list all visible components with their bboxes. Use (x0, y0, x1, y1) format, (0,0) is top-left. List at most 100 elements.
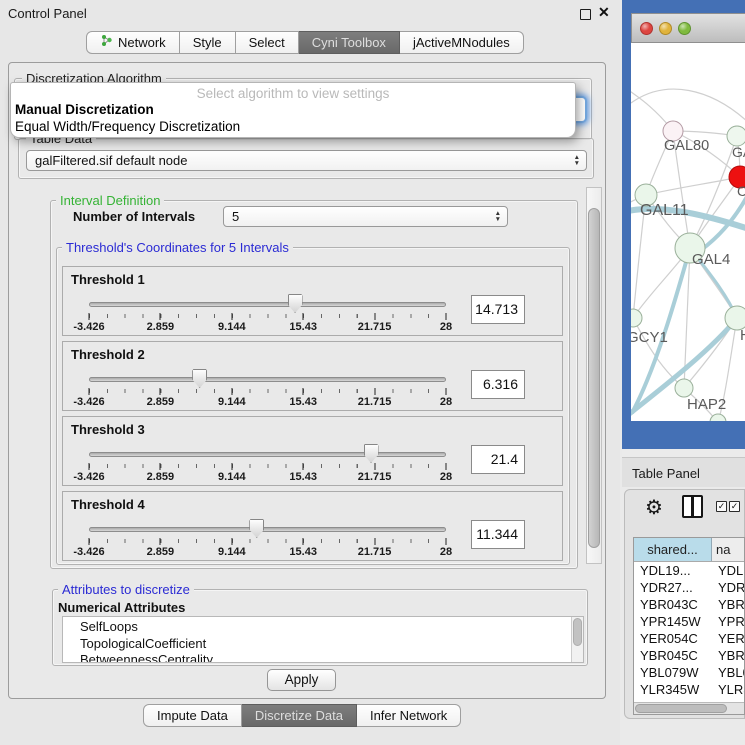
attributes-list-scrollbar[interactable] (571, 617, 583, 662)
close-light[interactable] (640, 22, 653, 35)
threshold-panel: Threshold 1 -3.4262.8599.14415.4321.7152… (62, 266, 563, 336)
tab-label: Infer Network (370, 705, 447, 726)
minimize-light[interactable] (659, 22, 672, 35)
table-row[interactable]: YBR045CYBR0 (634, 647, 744, 664)
cell-name[interactable]: YLR3 (712, 681, 744, 698)
tick-label: -3.426 (73, 396, 104, 408)
cell-shared-name[interactable]: YBR043C (634, 596, 712, 613)
cell-shared-name[interactable]: YPR145W (634, 613, 712, 630)
number-of-intervals-combobox[interactable]: 5 ▲▼ (223, 206, 508, 227)
algorithm-option-manual[interactable]: Manual Discretization (11, 101, 575, 118)
cell-name[interactable]: YDL1 (712, 562, 744, 579)
slider-track[interactable] (89, 302, 446, 307)
horizontal-scrollbar[interactable] (634, 702, 744, 714)
apply-button[interactable]: Apply (267, 669, 336, 691)
slider-thumb[interactable] (192, 369, 207, 388)
slider-thumb[interactable] (364, 444, 379, 463)
tab-impute-data[interactable]: Impute Data (143, 704, 242, 727)
network-node[interactable] (675, 379, 693, 397)
cell-shared-name[interactable]: YDR27... (634, 579, 712, 596)
slider-track[interactable] (89, 527, 446, 532)
network-edge[interactable] (631, 89, 745, 123)
threshold-slider[interactable]: -3.4262.8599.14415.4321.71528 (89, 518, 446, 558)
tab-discretize-data[interactable]: Discretize Data (242, 704, 357, 727)
split-table-icon[interactable] (682, 495, 703, 518)
network-node-label: H (740, 327, 745, 344)
tab-style[interactable]: Style (180, 31, 236, 54)
tick-label: -3.426 (73, 471, 104, 483)
network-node-label: HAP2 (687, 396, 726, 413)
attribute-list-item[interactable]: BetweennessCentrality (80, 652, 583, 663)
cell-name[interactable]: YDR2 (712, 579, 744, 596)
cell-name[interactable]: YER0 (712, 630, 744, 647)
threshold-value-box[interactable]: 14.713 (471, 295, 525, 324)
threshold-label: Threshold 4 (71, 497, 145, 512)
threshold-slider[interactable]: -3.4262.8599.14415.4321.71528 (89, 368, 446, 408)
slider-thumb[interactable] (288, 294, 303, 313)
tick-label: 9.144 (218, 471, 246, 483)
vertical-scrollbar[interactable] (586, 187, 602, 564)
slider-track[interactable] (89, 452, 446, 457)
cell-name[interactable]: YBR0 (712, 596, 744, 613)
slider-track[interactable] (89, 377, 446, 382)
slider-minor-ticks (89, 314, 446, 318)
column-header-shared-name[interactable]: shared... (634, 538, 712, 561)
network-node[interactable] (631, 309, 642, 327)
table-row[interactable]: YBR043CYBR0 (634, 596, 744, 613)
scrollbar-thumb[interactable] (588, 208, 600, 548)
threshold-value-box[interactable]: 21.4 (471, 445, 525, 474)
tab-network[interactable]: Network (86, 31, 180, 54)
attribute-list-item[interactable]: TopologicalCoefficient (80, 636, 583, 653)
close-icon[interactable]: ✕ (598, 4, 610, 21)
numerical-attributes-list[interactable]: SelfLoopsTopologicalCoefficientBetweenne… (62, 616, 584, 663)
table-row[interactable]: YDR27...YDR2 (634, 579, 744, 596)
cell-shared-name[interactable]: YER054C (634, 630, 712, 647)
threshold-value-box[interactable]: 6.316 (471, 370, 525, 399)
tab-cyni-toolbox[interactable]: Cyni Toolbox (299, 31, 400, 54)
checkbox-icon[interactable]: ✓ (716, 501, 727, 512)
threshold-slider[interactable]: -3.4262.8599.14415.4321.71528 (89, 293, 446, 333)
cell-name[interactable]: YBL0 (712, 664, 744, 681)
table-data-combobox[interactable]: galFiltered.sif default node ▲▼ (26, 150, 587, 171)
tick-label: 15.43 (289, 471, 317, 483)
network-canvas[interactable]: GAL80GACGAL11GAL4GCY1HHAP2 (631, 43, 745, 421)
checkbox-icon[interactable]: ✓ (729, 501, 740, 512)
network-node[interactable] (727, 126, 745, 146)
table-row[interactable]: YER054CYER0 (634, 630, 744, 647)
node-attribute-table[interactable]: shared... na YDL19...YDL1YDR27...YDR2YBR… (633, 537, 745, 715)
table-row[interactable]: YBL079WYBL0 (634, 664, 744, 681)
table-row[interactable]: YLR345WYLR3 (634, 681, 744, 698)
network-graph[interactable]: GAL80GACGAL11GAL4GCY1HHAP2 (631, 43, 745, 421)
tab-select[interactable]: Select (236, 31, 299, 54)
scrollbar-thumb[interactable] (573, 618, 582, 646)
slider-thumb[interactable] (249, 519, 264, 538)
cell-name[interactable]: YPR1 (712, 613, 744, 630)
column-header-name[interactable]: na (712, 538, 744, 561)
thresholds-group-title: Threshold's Coordinates for 5 Intervals (62, 240, 293, 255)
scrollbar-thumb[interactable] (635, 704, 727, 713)
tick-mark (303, 538, 304, 545)
table-row[interactable]: YDL19...YDL1 (634, 562, 744, 579)
algorithm-option-equal-width[interactable]: Equal Width/Frequency Discretization (11, 118, 575, 135)
float-window-icon[interactable] (580, 9, 591, 20)
zoom-light[interactable] (678, 22, 691, 35)
network-node-label: GAL80 (664, 138, 709, 154)
tab-infer-network[interactable]: Infer Network (357, 704, 461, 727)
cell-name[interactable]: YBR0 (712, 647, 744, 664)
threshold-value-box[interactable]: 11.344 (471, 520, 525, 549)
attributes-group-title: Attributes to discretize (58, 582, 194, 597)
attribute-list-item[interactable]: SelfLoops (80, 619, 583, 636)
cell-shared-name[interactable]: YBR045C (634, 647, 712, 664)
network-edge[interactable] (646, 177, 740, 195)
cell-shared-name[interactable]: YBL079W (634, 664, 712, 681)
table-row[interactable]: YPR145WYPR1 (634, 613, 744, 630)
tick-mark (160, 313, 161, 320)
tick-mark (446, 313, 447, 320)
threshold-slider[interactable]: -3.4262.8599.14415.4321.71528 (89, 443, 446, 483)
cell-shared-name[interactable]: YDL19... (634, 562, 712, 579)
cell-shared-name[interactable]: YLR345W (634, 681, 712, 698)
tick-mark (160, 538, 161, 545)
gear-icon[interactable]: ⚙ (645, 495, 663, 520)
tab-jactivemnodules[interactable]: jActiveMNodules (400, 31, 524, 54)
slider-minor-ticks (89, 464, 446, 468)
